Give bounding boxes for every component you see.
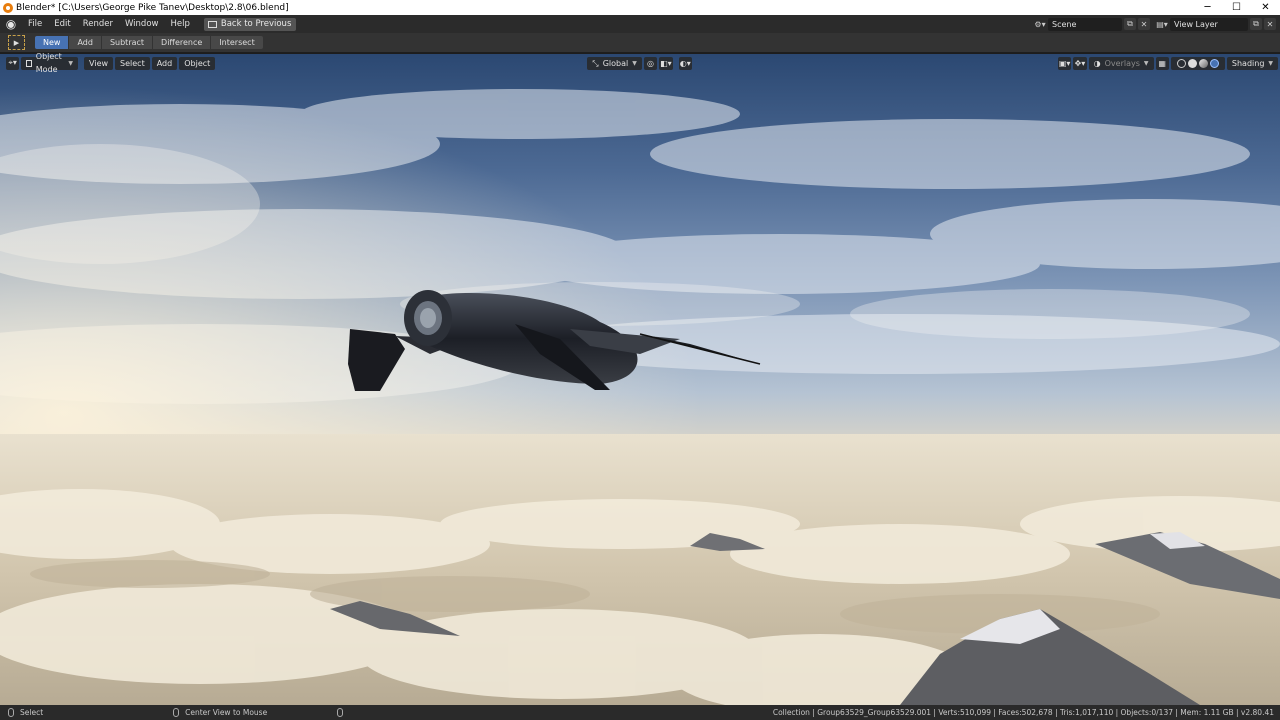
object-mode-icon — [26, 59, 32, 67]
mode-intersect-button[interactable]: Intersect — [211, 36, 263, 49]
window-controls: ─ ☐ ✕ — [1193, 0, 1280, 15]
add-menu[interactable]: Add — [151, 56, 178, 70]
mode-difference-button[interactable]: Difference — [153, 36, 211, 49]
status-left-action: Select — [20, 708, 44, 717]
blender-app-icon — [3, 2, 13, 13]
menu-help[interactable]: Help — [164, 15, 195, 33]
viewport-render — [0, 54, 1280, 705]
shading-label: Shading — [1231, 58, 1265, 68]
orientation-label: Global — [602, 58, 629, 68]
delete-scene-icon[interactable]: ✕ — [1138, 18, 1150, 30]
menu-window[interactable]: Window — [119, 15, 165, 33]
wireframe-shading-icon[interactable] — [1176, 58, 1186, 68]
view-layer-selector: ▤▾ View Layer ⧉ ✕ — [1154, 17, 1276, 31]
window-titlebar: Blender* [C:\Users\George Pike Tanev\Des… — [0, 0, 1280, 15]
menu-render[interactable]: Render — [77, 15, 119, 33]
delete-view-layer-icon[interactable]: ✕ — [1264, 18, 1276, 30]
mode-subtract-button[interactable]: Subtract — [101, 36, 153, 49]
viewport-header: ⌖▾ Object Mode ▼ View Select Add Object … — [0, 52, 1280, 74]
window-title: Blender* [C:\Users\George Pike Tanev\Des… — [16, 2, 289, 13]
transform-orientation-dropdown[interactable]: ⤡ Global ▼ — [587, 56, 642, 70]
tool-settings-header: ▶ New Add Subtract Difference Intersect — [0, 33, 1280, 53]
scene-statistics: Collection | Group63529_Group63529.001 |… — [772, 708, 1274, 717]
mouse-right-icon — [337, 708, 344, 717]
pivot-point-icon[interactable]: ◎ — [643, 56, 658, 70]
object-mode-label: Object Mode — [35, 52, 62, 74]
object-menu[interactable]: Object — [179, 56, 216, 70]
overlays-icon: ◑ — [1093, 58, 1101, 68]
mouse-left-icon — [8, 708, 14, 717]
maximize-button[interactable]: ☐ — [1222, 0, 1251, 15]
menu-file[interactable]: File — [22, 15, 48, 33]
shading-modes — [1170, 56, 1225, 70]
chevron-down-icon: ▼ — [1143, 59, 1149, 67]
scene-selectors: ⚙▾ Scene ⧉ ✕ ▤▾ View Layer ⧉ ✕ — [1032, 15, 1280, 33]
snap-icon[interactable]: ◧▾ — [659, 56, 673, 70]
visibility-icon[interactable]: ▣▾ — [1057, 56, 1072, 70]
back-to-previous-button[interactable]: Back to Previous — [203, 17, 297, 31]
menu-edit[interactable]: Edit — [48, 15, 76, 33]
blender-logo-icon[interactable]: ◉ — [0, 15, 22, 33]
view-menu[interactable]: View — [84, 56, 114, 70]
proportional-edit-icon[interactable]: ◐▾ — [678, 56, 692, 70]
mode-new-button[interactable]: New — [35, 36, 69, 49]
view-layer-icon[interactable]: ▤▾ — [1154, 18, 1170, 31]
chevron-down-icon: ▼ — [632, 59, 637, 67]
overlays-label: Overlays — [1104, 58, 1140, 68]
status-middle-action: Center View to Mouse — [185, 708, 268, 717]
mode-add-button[interactable]: Add — [69, 36, 101, 49]
chevron-down-icon: ▼ — [1268, 59, 1274, 67]
editor-type-icon[interactable]: ⌖▾ — [6, 56, 20, 70]
shading-dropdown[interactable]: Shading ▼ — [1226, 56, 1279, 70]
select-menu[interactable]: Select — [115, 56, 150, 70]
gizmo-icon[interactable]: ✥▾ — [1073, 56, 1087, 70]
close-button[interactable]: ✕ — [1251, 0, 1280, 15]
minimize-button[interactable]: ─ — [1193, 0, 1222, 15]
select-box-icon[interactable]: ▶ — [8, 35, 25, 50]
orientation-icon: ⤡ — [592, 58, 599, 68]
mouse-middle-icon — [173, 708, 180, 717]
material-shading-icon[interactable] — [1198, 58, 1208, 68]
top-menubar: ◉ File Edit Render Window Help Back to P… — [0, 15, 1280, 33]
scene-name-field[interactable]: Scene — [1048, 17, 1122, 31]
screen-back-icon — [207, 20, 217, 28]
back-to-previous-label: Back to Previous — [220, 19, 292, 29]
chevron-down-icon: ▼ — [68, 59, 74, 67]
status-bar: Select Center View to Mouse Collection |… — [0, 705, 1280, 720]
object-mode-dropdown[interactable]: Object Mode ▼ — [21, 52, 79, 74]
overlays-dropdown[interactable]: ◑ Overlays ▼ — [1088, 56, 1154, 70]
scene-selector: ⚙▾ Scene ⧉ ✕ — [1032, 17, 1150, 31]
new-view-layer-icon[interactable]: ⧉ — [1250, 18, 1262, 30]
solid-shading-icon[interactable] — [1187, 58, 1197, 68]
3d-viewport[interactable] — [0, 54, 1280, 705]
view-layer-name-field[interactable]: View Layer — [1170, 17, 1248, 31]
xray-toggle-icon[interactable]: ▦ — [1155, 56, 1169, 70]
rendered-shading-icon[interactable] — [1209, 58, 1219, 68]
boolean-mode-segment: New Add Subtract Difference Intersect — [35, 36, 264, 49]
new-scene-icon[interactable]: ⧉ — [1124, 18, 1136, 30]
scene-icon[interactable]: ⚙▾ — [1032, 18, 1048, 31]
